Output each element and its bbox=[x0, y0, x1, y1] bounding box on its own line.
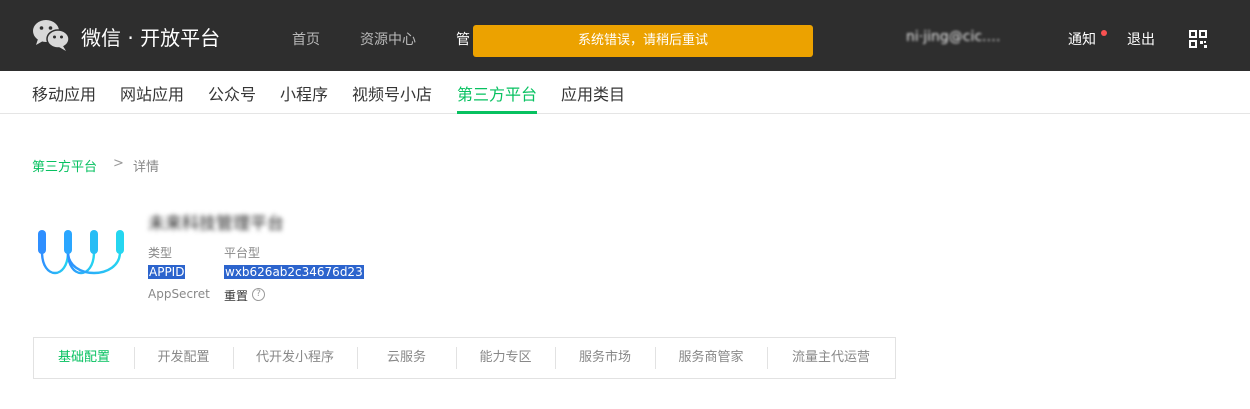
error-toast: 系统错误，请稍后重试 bbox=[473, 25, 813, 57]
nav-manage[interactable]: 管 bbox=[456, 29, 470, 49]
tab-dev-config[interactable]: 开发配置 bbox=[134, 338, 233, 378]
help-icon[interactable]: ? bbox=[252, 288, 265, 301]
breadcrumb-separator-icon: > bbox=[113, 156, 124, 171]
active-category-underline bbox=[457, 111, 537, 114]
type-label: 类型 bbox=[148, 246, 173, 260]
category-third-party-platform[interactable]: 第三方平台 bbox=[457, 81, 537, 105]
appsecret-label: AppSecret bbox=[148, 287, 210, 301]
user-account[interactable]: ni·jing@cic.… bbox=[906, 29, 1001, 45]
tab-basic-config[interactable]: 基础配置 bbox=[34, 338, 134, 378]
top-bar: 微信 · 开放平台 首页 资源中心 管 系统错误，请稍后重试 ni·jing@c… bbox=[0, 0, 1250, 71]
tab-cloud-service[interactable]: 云服务 bbox=[357, 338, 456, 378]
qrcode-icon[interactable] bbox=[1189, 30, 1207, 48]
tab-traffic-operation[interactable]: 流量主代运营 bbox=[767, 338, 895, 378]
notification-dot-icon bbox=[1101, 30, 1107, 36]
nav-resources[interactable]: 资源中心 bbox=[360, 29, 416, 49]
app-name: 未来科技管理平台 bbox=[148, 214, 284, 234]
category-app-categories[interactable]: 应用类目 bbox=[561, 81, 625, 105]
tab-capability-zone[interactable]: 能力专区 bbox=[456, 338, 555, 378]
tab-service-market[interactable]: 服务市场 bbox=[555, 338, 655, 378]
appsecret-reset-link[interactable]: 重置 bbox=[224, 287, 248, 304]
logout-link[interactable]: 退出 bbox=[1127, 29, 1155, 49]
category-mini-program[interactable]: 小程序 bbox=[280, 81, 328, 105]
category-channels-shop[interactable]: 视频号小店 bbox=[352, 81, 432, 105]
nav-home[interactable]: 首页 bbox=[292, 29, 320, 49]
category-website-app[interactable]: 网站应用 bbox=[120, 81, 184, 105]
wechat-logo-icon[interactable] bbox=[32, 18, 70, 52]
app-logo-icon bbox=[38, 230, 124, 275]
type-value: 平台型 bbox=[224, 246, 261, 260]
tab-provider-manager[interactable]: 服务商管家 bbox=[655, 338, 767, 378]
category-mobile-app[interactable]: 移动应用 bbox=[32, 81, 96, 105]
appid-label: APPID bbox=[148, 265, 186, 279]
category-nav: 移动应用 网站应用 公众号 小程序 视频号小店 第三方平台 应用类目 bbox=[0, 71, 1250, 114]
category-official-account[interactable]: 公众号 bbox=[208, 81, 256, 105]
appid-value: wxb626ab2c34676d23 bbox=[224, 265, 364, 279]
breadcrumb-current: 详情 bbox=[133, 160, 160, 175]
notifications-link[interactable]: 通知 bbox=[1068, 29, 1096, 49]
brand-title[interactable]: 微信 · 开放平台 bbox=[81, 22, 220, 51]
tab-proxy-dev-mini-program[interactable]: 代开发小程序 bbox=[233, 338, 357, 378]
detail-tabs: 基础配置 开发配置 代开发小程序 云服务 能力专区 服务市场 服务商管家 流量主… bbox=[33, 337, 896, 379]
breadcrumb-parent[interactable]: 第三方平台 bbox=[32, 156, 97, 175]
